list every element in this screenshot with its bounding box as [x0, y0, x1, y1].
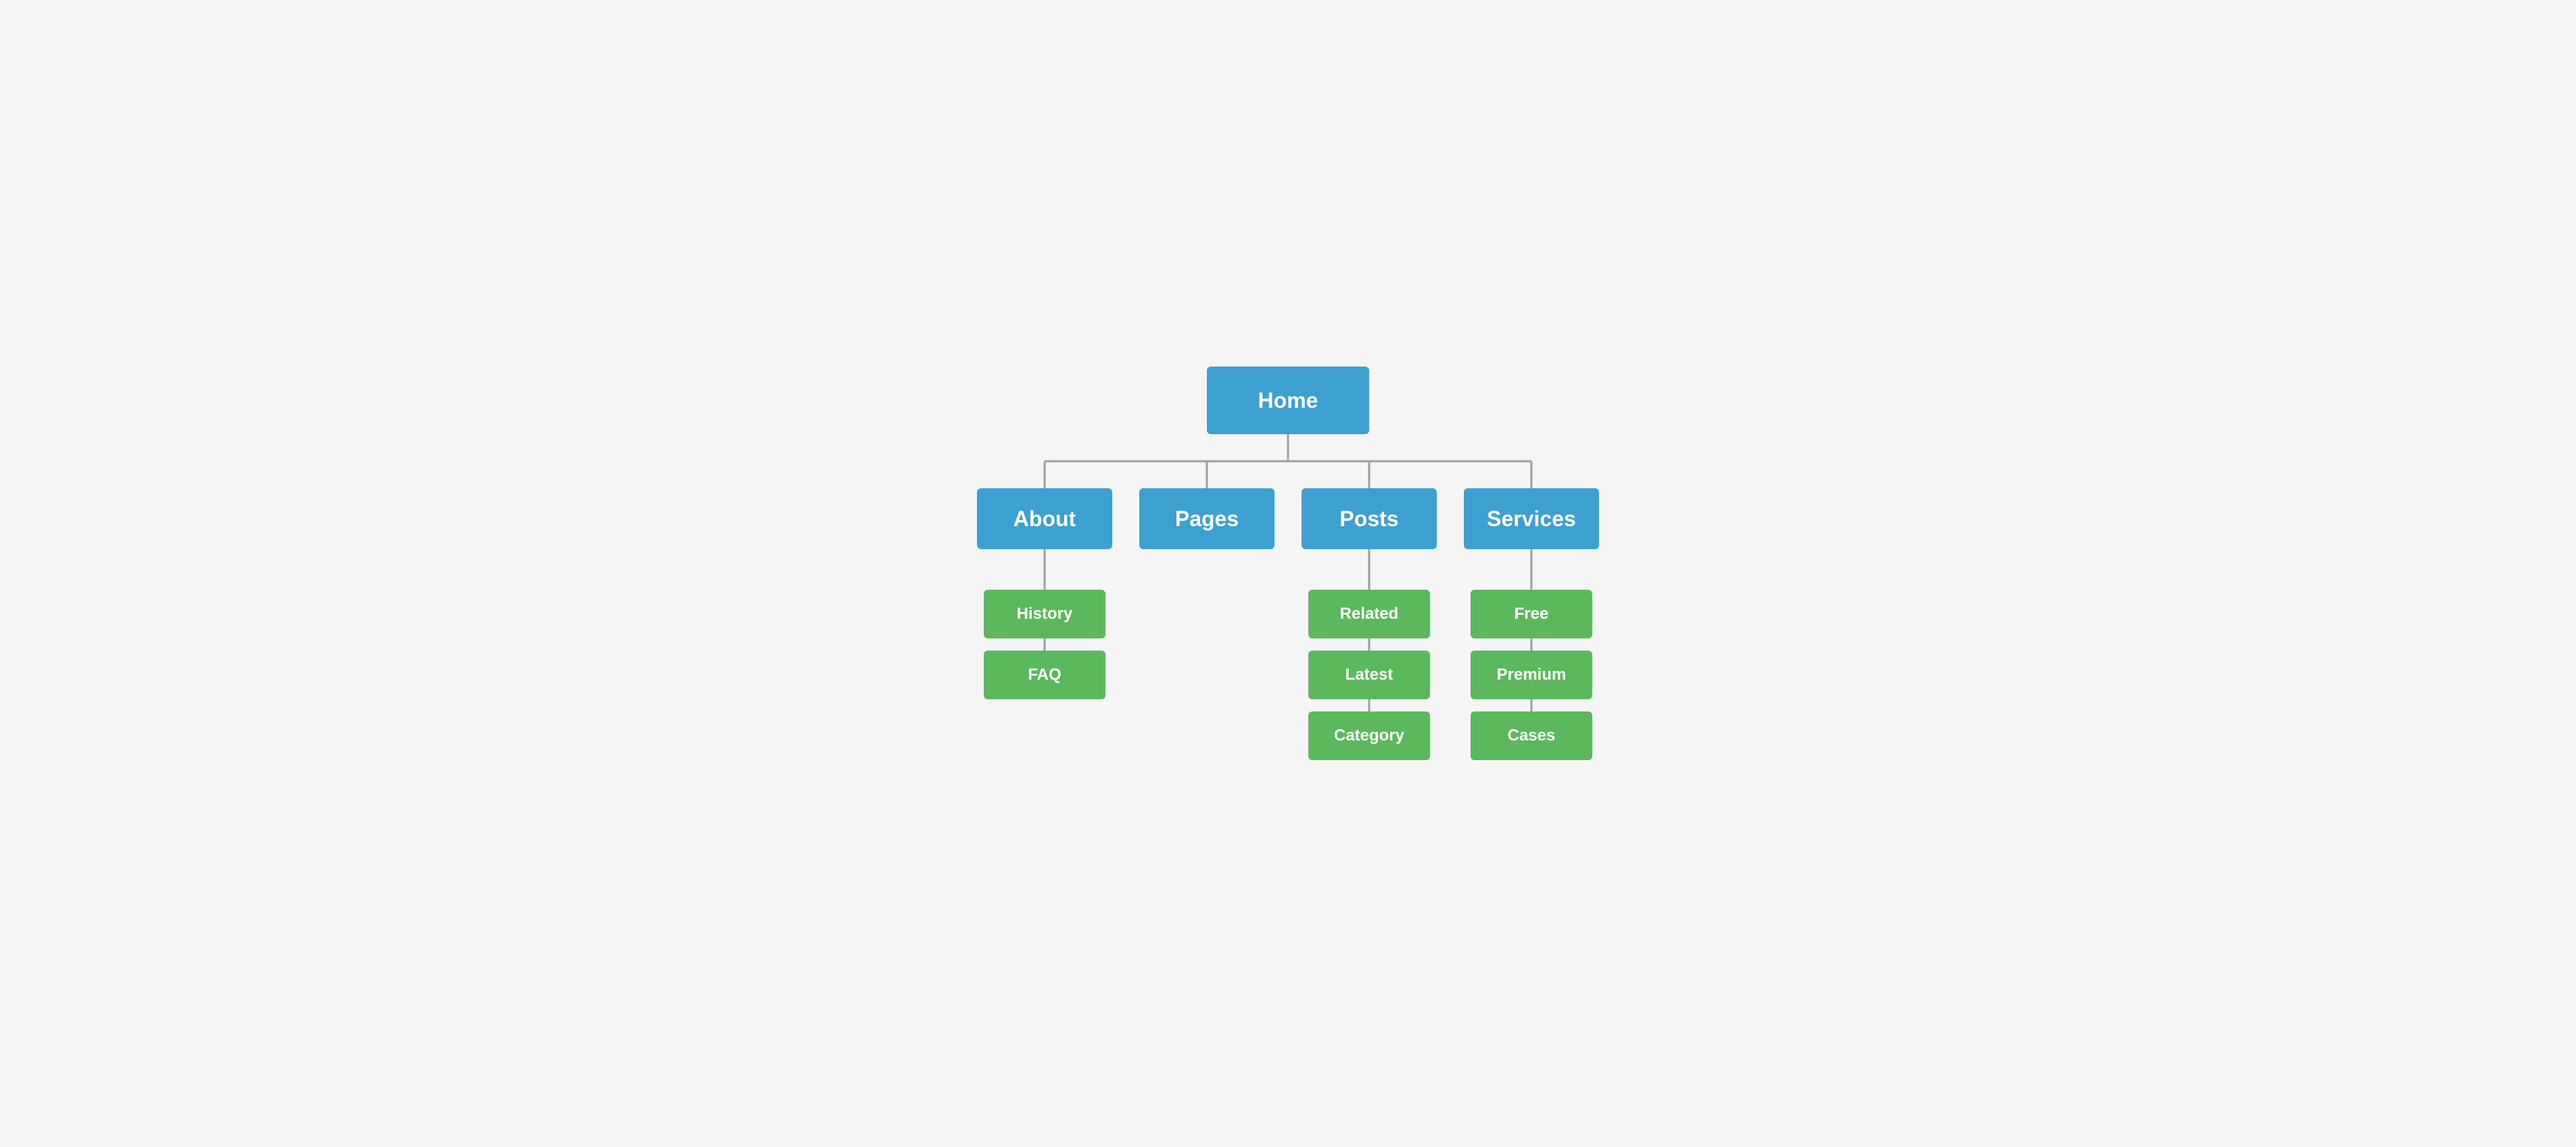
- l1-node-posts: Posts: [1302, 488, 1437, 549]
- l2-node-latest: Latest: [1308, 651, 1430, 699]
- l2-node-history: History: [984, 590, 1105, 638]
- l1-node-about: About: [977, 488, 1112, 549]
- root-node: Home: [1207, 367, 1369, 434]
- l2-node-category: Category: [1308, 711, 1430, 760]
- l2-node-faq: FAQ: [984, 651, 1105, 699]
- l2-node-related: Related: [1308, 590, 1430, 638]
- site-map-diagram: Home About History FAQ Pages Posts Related Late…: [909, 346, 1667, 801]
- tree-container: Home About History FAQ Pages Posts Related Late…: [815, 346, 1761, 801]
- l2-node-premium: Premium: [1471, 651, 1592, 699]
- nodes-layer: Home About History FAQ Pages Posts Related Late…: [909, 346, 1667, 801]
- l2-node-free: Free: [1471, 590, 1592, 638]
- l2-node-cases: Cases: [1471, 711, 1592, 760]
- l1-node-services: Services: [1464, 488, 1599, 549]
- l1-node-pages: Pages: [1139, 488, 1274, 549]
